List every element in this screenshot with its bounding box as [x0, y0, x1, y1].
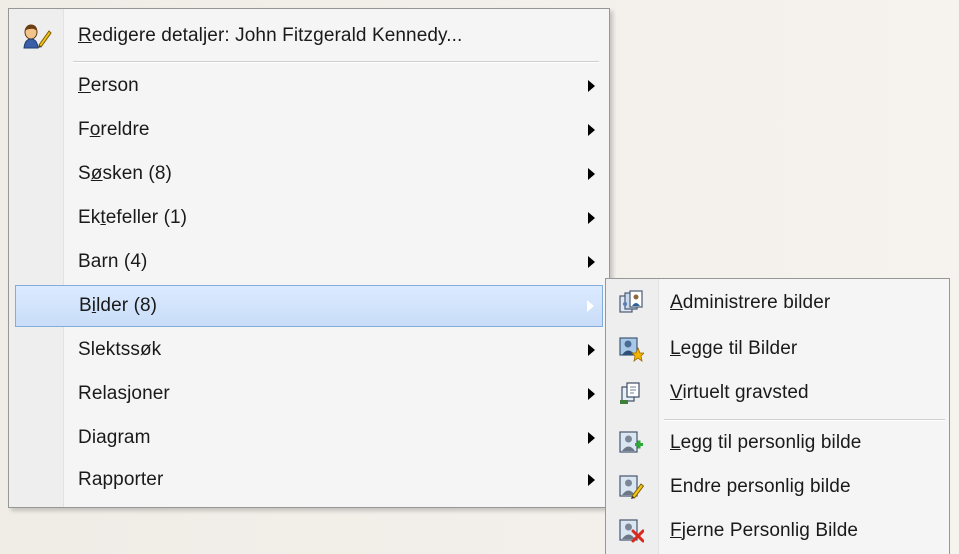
menu-item-foreldre[interactable]: Foreldre	[11, 109, 607, 151]
submenu-item-legg-til-personlig-bilde[interactable]: Legg til personlig bilde	[608, 421, 947, 465]
menu-item-label: Ektefeller (1)	[78, 207, 188, 228]
submenu-arrow-icon	[588, 168, 595, 180]
menu-item-label: Søsken (8)	[78, 163, 172, 184]
menu-item-person[interactable]: Person	[11, 65, 607, 107]
menu-item-bilder[interactable]: Bilder (8)	[15, 285, 603, 327]
remove-personal-picture-icon	[619, 519, 644, 543]
virtual-grave-icon	[620, 382, 640, 404]
bilder-submenu: Administrere bilder Legge til Bilder Vir…	[605, 278, 950, 554]
edit-person-icon	[23, 24, 52, 49]
menu-item-relasjoner[interactable]: Relasjoner	[11, 373, 607, 415]
submenu-item-label: Virtuelt gravsted	[670, 382, 809, 403]
submenu-arrow-icon	[588, 212, 595, 224]
submenu-arrow-icon	[588, 80, 595, 92]
menu-item-label: Foreldre	[78, 119, 150, 140]
submenu-item-fjerne-personlig-bilde[interactable]: Fjerne Personlig Bilde	[608, 509, 947, 553]
submenu-arrow-icon	[588, 432, 595, 444]
submenu-arrow-icon	[588, 344, 595, 356]
menu-item-label: Diagram	[78, 427, 151, 448]
submenu-item-label: Endre personlig bilde	[670, 476, 851, 497]
submenu-item-virtuelt-gravsted[interactable]: Virtuelt gravsted	[608, 371, 947, 415]
context-menu: Redigere detaljer: John Fitzgerald Kenne…	[8, 8, 610, 508]
submenu-item-label: Legge til Bilder	[670, 338, 798, 359]
menu-item-barn[interactable]: Barn (4)	[11, 241, 607, 283]
submenu-item-label: Legg til personlig bilde	[670, 432, 862, 453]
menu-item-edit-details[interactable]: Redigere detaljer: John Fitzgerald Kenne…	[11, 15, 607, 57]
add-pictures-icon	[619, 337, 644, 362]
menu-item-slektssok[interactable]: Slektssøk	[11, 329, 607, 371]
menu-separator	[73, 61, 599, 63]
add-personal-picture-icon	[619, 431, 643, 453]
edit-personal-picture-icon	[619, 475, 644, 499]
submenu-arrow-icon	[588, 474, 595, 486]
menu-item-label: Person	[78, 75, 139, 96]
submenu-item-label: Fjerne Personlig Bilde	[670, 520, 859, 541]
submenu-item-legge-til-bilder[interactable]: Legge til Bilder	[608, 327, 947, 371]
manage-pictures-icon	[619, 290, 643, 313]
menu-item-label: Redigere detaljer: John Fitzgerald Kenne…	[78, 25, 463, 46]
menu-item-label: Bilder (8)	[79, 295, 158, 316]
menu-item-label: Rapporter	[78, 469, 164, 490]
submenu-arrow-icon	[588, 256, 595, 268]
menu-item-label: Slektssøk	[78, 339, 162, 360]
menu-item-ektefeller[interactable]: Ektefeller (1)	[11, 197, 607, 239]
submenu-arrow-icon	[588, 388, 595, 400]
menu-item-sosken[interactable]: Søsken (8)	[11, 153, 607, 195]
submenu-item-administrere-bilder[interactable]: Administrere bilder	[608, 281, 947, 325]
menu-item-label: Relasjoner	[78, 383, 170, 404]
menu-item-diagram[interactable]: Diagram	[11, 417, 607, 459]
submenu-item-label: Administrere bilder	[670, 292, 831, 313]
submenu-arrow-icon	[587, 300, 594, 312]
submenu-arrow-icon	[588, 124, 595, 136]
submenu-item-endre-personlig-bilde[interactable]: Endre personlig bilde	[608, 465, 947, 509]
menu-item-label: Barn (4)	[78, 251, 148, 272]
menu-item-rapporter[interactable]: Rapporter	[11, 459, 607, 501]
